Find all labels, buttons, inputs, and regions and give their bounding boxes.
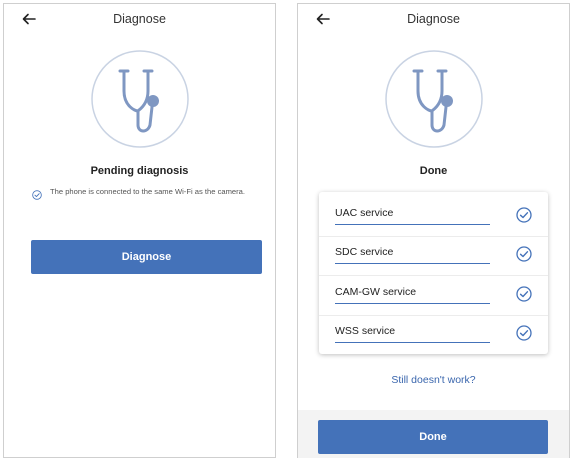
diagnose-button[interactable]: Diagnose xyxy=(31,240,262,274)
diagnose-done-screen: Diagnose Done UAC service SDC service CA… xyxy=(297,3,570,458)
diagnosis-status: Done xyxy=(419,165,448,177)
connection-note-text: The phone is connected to the same Wi-Fi… xyxy=(50,187,246,196)
still-doesnt-work-link[interactable]: Still doesn't work? xyxy=(298,374,569,386)
check-circle-icon xyxy=(32,190,42,200)
service-underline xyxy=(335,342,490,343)
stethoscope-icon xyxy=(90,50,189,148)
check-circle-icon xyxy=(516,286,532,302)
service-underline xyxy=(335,224,490,225)
diagnose-pending-screen: Diagnose Pending diagnosis The phone is … xyxy=(3,3,276,458)
header: Diagnose xyxy=(298,4,569,34)
header: Diagnose xyxy=(4,4,275,34)
check-circle-icon xyxy=(516,207,532,223)
check-circle-icon xyxy=(516,246,532,262)
stethoscope-icon xyxy=(384,50,483,148)
service-underline xyxy=(335,303,490,304)
check-circle-icon xyxy=(516,325,532,341)
service-name: UAC service xyxy=(335,207,394,219)
page-title: Diagnose xyxy=(407,12,460,26)
service-name: CAM-GW service xyxy=(335,286,417,298)
service-row-uac: UAC service xyxy=(319,197,548,237)
service-list: UAC service SDC service CAM-GW service W… xyxy=(319,192,548,354)
page-title: Diagnose xyxy=(113,12,166,26)
service-underline xyxy=(335,263,490,264)
connection-note: The phone is connected to the same Wi-Fi… xyxy=(32,187,252,200)
service-row-wss: WSS service xyxy=(319,315,548,355)
done-button[interactable]: Done xyxy=(318,420,548,454)
service-row-sdc: SDC service xyxy=(319,236,548,276)
service-name: SDC service xyxy=(335,246,394,258)
diagnosis-status: Pending diagnosis xyxy=(90,165,189,177)
service-name: WSS service xyxy=(335,325,396,337)
service-row-cam-gw: CAM-GW service xyxy=(319,276,548,316)
